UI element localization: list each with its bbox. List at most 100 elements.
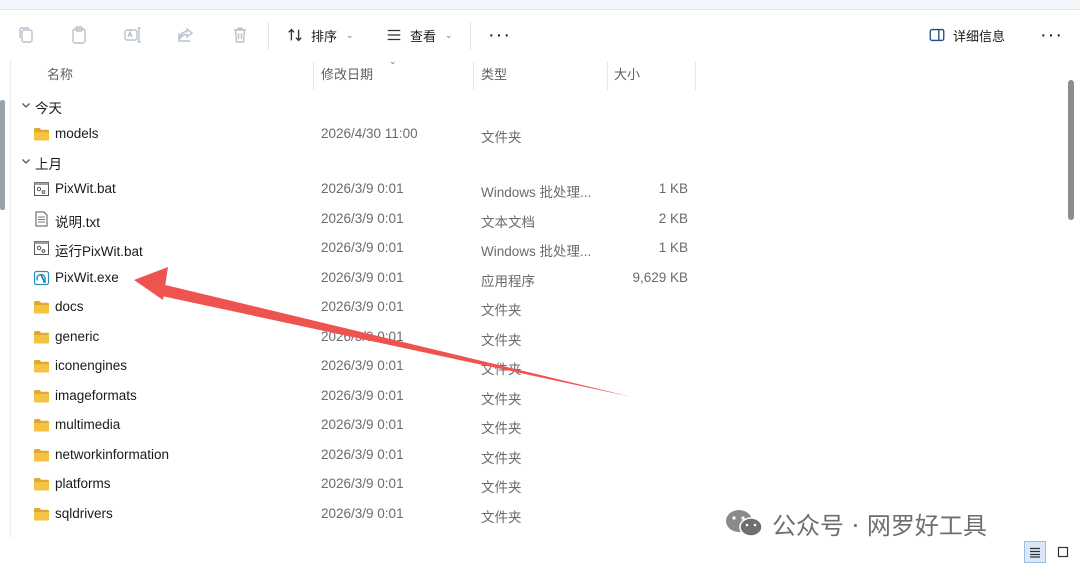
view-icon (387, 29, 401, 41)
batch-file-icon (33, 240, 50, 256)
file-date-modified: 2026/3/9 0:01 (321, 358, 404, 373)
chevron-down-icon (22, 159, 30, 164)
details-pane-button[interactable]: 详细信息 (928, 22, 1005, 48)
details-view-toggle[interactable] (1024, 541, 1046, 563)
file-row[interactable]: PixWit.exe 2026/3/9 0:01 应用程序 9,629 KB (11, 264, 1063, 294)
folder-icon (33, 126, 50, 142)
file-row[interactable]: models 2026/4/30 11:00 文件夹 (11, 120, 1063, 150)
tiles-view-toggle[interactable] (1052, 541, 1074, 563)
share-icon[interactable] (174, 23, 198, 47)
file-row[interactable]: generic 2026/3/9 0:01 文件夹 (11, 323, 1063, 353)
file-type: 文件夹 (481, 130, 522, 145)
file-type: 文件夹 (481, 421, 522, 436)
file-type: 文件夹 (481, 362, 522, 377)
file-size: 2 KB (658, 211, 688, 226)
file-date-modified: 2026/3/9 0:01 (321, 329, 404, 344)
file-type: 文件夹 (481, 303, 522, 318)
file-name: sqldrivers (55, 506, 113, 521)
folder-icon (33, 447, 50, 463)
file-type: 应用程序 (481, 274, 535, 289)
file-date-modified: 2026/3/9 0:01 (321, 181, 404, 196)
file-name: docs (55, 299, 84, 314)
file-row[interactable]: 运行PixWit.bat 2026/3/9 0:01 Windows 批处理... 1… (11, 234, 1063, 264)
navigation-pane-edge (0, 100, 5, 210)
more-options-button[interactable]: ··· (488, 22, 511, 48)
file-row[interactable]: iconengines 2026/3/9 0:01 文件夹 (11, 352, 1063, 382)
file-name: imageformats (55, 388, 137, 403)
file-row[interactable]: multimedia 2026/3/9 0:01 文件夹 (11, 411, 1063, 441)
toolbar-separator (470, 22, 471, 50)
file-date-modified: 2026/3/9 0:01 (321, 270, 404, 285)
file-size: 1 KB (658, 181, 688, 196)
command-bar: 排序 ⌄ 查看 ⌄ ··· 详细信息 ··· (0, 10, 1080, 60)
app-exe-icon (33, 270, 50, 286)
file-size: 9,629 KB (632, 270, 688, 285)
file-name: platforms (55, 476, 111, 491)
view-label: 查看 (410, 28, 437, 44)
folder-icon (33, 476, 50, 492)
file-row[interactable]: imageformats 2026/3/9 0:01 文件夹 (11, 382, 1063, 412)
vertical-scrollbar-thumb[interactable] (1068, 80, 1074, 220)
file-type: 文件夹 (481, 510, 522, 525)
file-date-modified: 2026/3/9 0:01 (321, 388, 404, 403)
column-divider[interactable] (607, 62, 608, 90)
file-type: 文本文档 (481, 215, 535, 230)
status-bar (0, 538, 1080, 566)
file-date-modified: 2026/3/9 0:01 (321, 447, 404, 462)
tile-view-icon (1057, 546, 1069, 558)
rename-icon[interactable] (120, 23, 144, 47)
more-icon: ··· (1040, 24, 1063, 46)
file-type: 文件夹 (481, 392, 522, 407)
folder-icon (33, 506, 50, 522)
column-divider[interactable] (473, 62, 474, 90)
overflow-menu-button[interactable]: ··· (1040, 22, 1063, 48)
file-date-modified: 2026/3/9 0:01 (321, 299, 404, 314)
folder-icon (33, 329, 50, 345)
column-header-type[interactable]: 类型 (481, 60, 507, 90)
file-name: PixWit.bat (55, 181, 116, 196)
file-row[interactable]: PixWit.bat 2026/3/9 0:01 Windows 批处理... 1 K… (11, 175, 1063, 205)
column-divider[interactable] (695, 62, 696, 90)
delete-icon[interactable] (228, 23, 252, 47)
file-date-modified: 2026/3/9 0:01 (321, 506, 404, 521)
file-date-modified: 2026/3/9 0:01 (321, 417, 404, 432)
file-size: 1 KB (658, 240, 688, 255)
folder-icon (33, 388, 50, 404)
details-label: 详细信息 (953, 28, 1006, 44)
window-top-strip (0, 0, 1080, 10)
file-name: 说明.txt (55, 215, 101, 230)
group-header-today[interactable]: 今天 (11, 92, 911, 120)
paste-icon[interactable] (67, 23, 91, 47)
group-header-last-month[interactable]: 上月 (11, 148, 911, 176)
details-pane-icon (929, 28, 945, 42)
view-button[interactable]: 查看 ⌄ (385, 22, 453, 48)
column-header-name[interactable]: 名称 (47, 60, 73, 90)
sort-button[interactable]: 排序 ⌄ (286, 22, 354, 48)
file-row[interactable]: 说明.txt 2026/3/9 0:01 文本文档 2 KB (11, 205, 1063, 235)
file-name: 运行PixWit.bat (55, 244, 143, 259)
chevron-down-icon: ⌄ (346, 29, 354, 40)
file-name: networkinformation (55, 447, 170, 462)
file-list-view: 名称 ⌄ 修改日期 类型 大小 今天 models 2026/4/30 11:00… (10, 60, 1063, 538)
copy-icon[interactable] (14, 23, 38, 47)
file-name: PixWit.exe (55, 270, 119, 285)
column-header-date[interactable]: 修改日期 (321, 60, 373, 90)
file-row[interactable]: docs 2026/3/9 0:01 文件夹 (11, 293, 1063, 323)
chevron-down-icon: ⌄ (445, 29, 453, 40)
group-label: 今天 (35, 101, 62, 116)
file-type: 文件夹 (481, 333, 522, 348)
file-type: Windows 批处理... (481, 185, 592, 200)
watermark: 公众号 · 网罗好工具 (724, 505, 987, 541)
column-header-size[interactable]: 大小 (614, 60, 640, 90)
chevron-down-icon (22, 103, 30, 108)
file-row[interactable]: networkinformation 2026/3/9 0:01 文件夹 (11, 441, 1063, 471)
file-name: multimedia (55, 417, 121, 432)
file-date-modified: 2026/3/9 0:01 (321, 240, 404, 255)
text-file-icon (33, 211, 50, 227)
sort-label: 排序 (311, 28, 338, 44)
file-type: Windows 批处理... (481, 244, 592, 259)
column-divider[interactable] (313, 62, 314, 90)
folder-icon (33, 417, 50, 433)
file-date-modified: 2026/3/9 0:01 (321, 476, 404, 491)
file-row[interactable]: platforms 2026/3/9 0:01 文件夹 (11, 470, 1063, 500)
